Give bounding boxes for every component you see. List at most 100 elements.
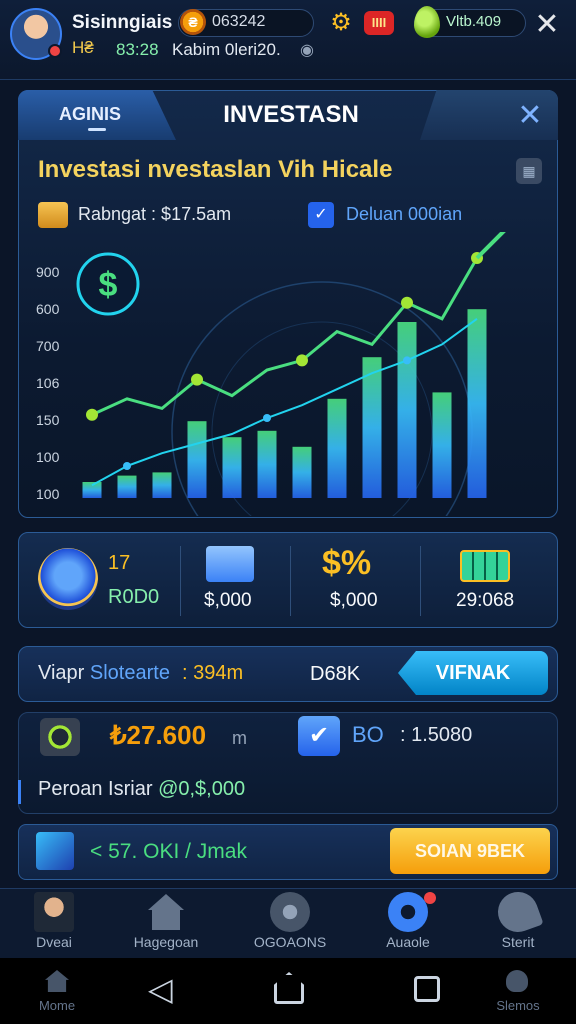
nav-item-auaole[interactable]: Auaole (358, 892, 458, 954)
y-tick-label: 150 (36, 412, 60, 428)
chart-line (91, 257, 479, 417)
dollar-emblem-glyph: $ (99, 266, 118, 304)
chart-bar (117, 475, 137, 498)
close-icon[interactable]: ✕ (530, 8, 564, 42)
home-icon (45, 970, 69, 992)
y-tick-label: 900 (36, 264, 60, 280)
tab-aginis-label: AGINIS (58, 104, 121, 124)
chart-bar (327, 398, 347, 498)
eye-icon[interactable]: ◉ (300, 40, 314, 60)
sub-status: Kabim 0leri20. (172, 40, 281, 59)
chart-trend-point (263, 414, 271, 422)
info-line: Peroan Isriar @0,$,000 (38, 778, 245, 801)
vifnak-button[interactable]: VIFNAK (398, 651, 548, 695)
gem-icon (414, 6, 440, 38)
nav-item-sterit[interactable]: Sterit (468, 886, 568, 954)
chart-bar (362, 357, 382, 498)
info-marker (18, 780, 21, 804)
profile-icon (506, 970, 528, 992)
back-icon[interactable]: ◁ (148, 973, 174, 1005)
soian-button[interactable]: SOIAN 9BEK (390, 828, 550, 874)
panel-title: Investasi nvestaslan Vih Hicale (38, 156, 393, 183)
nav-label: Auaole (386, 934, 430, 950)
y-tick-label: 600 (36, 301, 60, 317)
chart-bar (397, 322, 417, 498)
dollar-icon[interactable]: $% (322, 544, 371, 583)
home-icon (148, 894, 184, 930)
coin-value: 063242 (212, 13, 266, 30)
shield-top-value: 17 (108, 552, 131, 574)
chart-bar (257, 430, 277, 498)
nav-item-dveai[interactable]: Dveai (4, 892, 104, 954)
nav-item-hagegoan[interactable]: Hagegoan (116, 892, 216, 954)
system-home-shortcut[interactable]: Mome (30, 968, 84, 1018)
chart-bar (292, 446, 312, 498)
cube-icon[interactable] (36, 832, 74, 870)
action-label-highlight: Slotearte (89, 662, 170, 684)
envelope-icon[interactable] (206, 546, 254, 582)
system-left-label: Mome (38, 998, 76, 1013)
nav-label: Hagegoan (133, 934, 199, 950)
brush-icon (492, 886, 544, 938)
investment-chart: $ (76, 232, 506, 516)
info-line-prefix: Peroan Isriar (38, 778, 159, 800)
notification-dot (424, 892, 436, 904)
close-icon[interactable]: ✕ (512, 100, 548, 132)
player-name: Sisinngiais (72, 12, 173, 33)
action-code: D68K (310, 663, 361, 685)
avatar-icon (34, 892, 74, 932)
gem-value: Vltb.409 (446, 13, 502, 30)
divider (420, 546, 421, 616)
recent-apps-icon[interactable] (414, 976, 440, 1002)
y-tick-label: 106 (36, 375, 60, 391)
info-code: BO (352, 722, 384, 747)
chart-bar (432, 392, 452, 498)
tab-investasn[interactable]: INVESTASN (196, 101, 386, 129)
gear-icon[interactable]: ⚙ (328, 10, 354, 36)
dollar-value: $,000 (330, 590, 378, 611)
bottom-text: < 57. OKI / Jmak (90, 840, 247, 863)
nav-label: Dveai (36, 934, 72, 950)
y-tick-label: 700 (36, 338, 60, 354)
chart-bar (187, 421, 207, 498)
tab-underline (88, 128, 106, 131)
grid-value: 29:068 (456, 590, 515, 611)
chart-arrow (475, 232, 506, 260)
chart-bar (222, 437, 242, 498)
sub-icons: H₴ (72, 38, 94, 57)
compass-icon (270, 892, 310, 932)
chart-point (401, 296, 413, 309)
nav-label: Sterit (501, 934, 535, 950)
chart-point (296, 354, 308, 367)
coin-icon: ₴ (180, 9, 206, 35)
mail-button[interactable]: IIII (364, 11, 394, 35)
envelope-value: $,000 (204, 590, 252, 611)
action-label-prefix: Viapr (38, 662, 90, 684)
budget-value: Deluan 000ian (346, 204, 463, 224)
wallet-icon (38, 202, 68, 228)
info-value: : 1.5080 (400, 724, 473, 746)
divider (290, 546, 291, 616)
nav-label: OGOAONS (253, 934, 327, 950)
camera-icon[interactable] (40, 718, 80, 756)
notification-badge (48, 44, 62, 58)
y-tick-label: 100 (36, 449, 60, 465)
system-right-label: Slemos (496, 998, 540, 1013)
sub-stat: 83:28 (116, 40, 159, 59)
chart-icon[interactable]: ▦ (516, 158, 542, 184)
info-line-highlight: @0,$,000 (158, 778, 246, 800)
check-icon[interactable]: ✔ (298, 716, 340, 756)
grid-icon[interactable] (460, 550, 510, 582)
checkbox-icon[interactable]: ✓ (308, 202, 334, 228)
action-amount: : 394m (182, 662, 244, 684)
y-tick-label: 100 (36, 486, 60, 502)
shield-bottom-value: R0D0 (108, 586, 160, 608)
chart-bar (467, 309, 487, 498)
nav-item-ogoaons[interactable]: OGOAONS (240, 892, 340, 954)
system-profile-shortcut[interactable]: Slemos (490, 968, 546, 1018)
chart-trend-line (91, 317, 478, 487)
chart-bar (152, 472, 172, 498)
shield-icon[interactable] (38, 548, 98, 610)
divider (180, 546, 181, 616)
chart-trend-point (123, 462, 131, 470)
